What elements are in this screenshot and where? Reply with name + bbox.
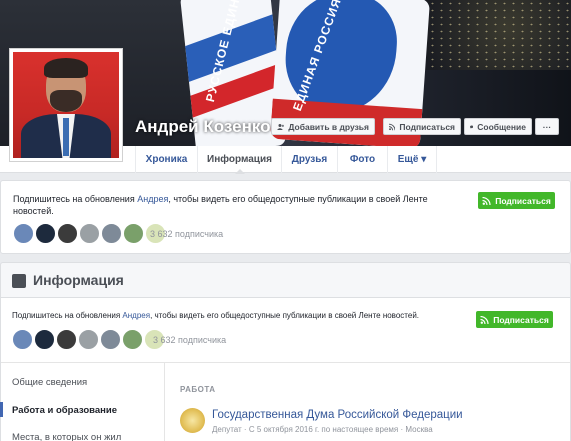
follower-avatar[interactable] [56,329,77,350]
follower-avatar[interactable] [13,223,34,244]
follow-text-name-link[interactable]: Андрея [137,194,168,204]
tab-photos[interactable]: Фото [337,146,387,173]
info-follow-text-suffix: , чтобы видеть его общедоступные публика… [150,311,420,320]
rss-icon [482,196,491,205]
gov-emblem-icon[interactable] [180,408,205,433]
follower-avatar[interactable] [101,223,122,244]
work-org-link[interactable]: Государственная Дума Российской Федераци… [212,409,463,421]
follower-avatars [13,223,167,244]
follower-avatar[interactable] [57,223,78,244]
follow-text-prefix: Подпишитесь на обновления [13,194,138,204]
tab-timeline[interactable]: Хроника [135,146,197,173]
info-divider-vertical [164,362,165,441]
info-subscribe-button[interactable]: Подписаться [476,311,553,328]
more-button[interactable]: ··· [535,118,559,135]
subscribe-button[interactable]: Подписаться [383,118,461,135]
profile-avatar[interactable] [9,48,123,162]
add-friend-icon [277,123,285,130]
follower-avatar[interactable] [12,329,33,350]
follower-avatar[interactable] [35,223,56,244]
follower-avatar[interactable] [78,329,99,350]
sidebar-item-overview[interactable]: Общие сведения [12,377,87,388]
info-section-header: Информация [0,262,571,298]
work-meta: Депутат · С 5 октября 2016 г. по настоящ… [212,425,433,434]
message-icon [470,125,474,128]
rss-icon [389,123,396,130]
sidebar-active-marker [0,402,3,417]
follower-avatar[interactable] [122,329,143,350]
message-button[interactable]: Сообщение [464,118,532,135]
subscribe-label: Подписаться [399,121,455,132]
sidebar-item-work-education[interactable]: Работа и образование [12,405,117,416]
info-followers-count[interactable]: 3 632 подписчика [153,335,226,345]
follower-avatar[interactable] [123,223,144,244]
info-follow-name-link[interactable]: Андрея [122,311,150,320]
avatar-photo [13,52,119,158]
follower-avatar[interactable] [100,329,121,350]
tab-more[interactable]: Ещё ▾ [387,146,437,173]
followers-count[interactable]: 3 632 подписчика [150,229,223,239]
sidebar-item-places[interactable]: Места, в которых он жил [12,432,121,441]
info-section-title[interactable]: Информация [33,272,124,288]
info-follow-text: Подпишитесь на обновления Андрея, чтобы … [12,310,462,322]
follower-avatar[interactable] [34,329,55,350]
follow-card: Подпишитесь на обновления Андрея, чтобы … [0,180,571,254]
follow-card-subscribe-label: Подписаться [495,195,551,206]
add-friend-label: Добавить в друзья [288,121,369,132]
info-divider-horizontal [1,362,570,363]
info-follower-avatars [12,329,166,350]
follow-card-subscribe-button[interactable]: Подписаться [478,192,555,209]
profile-name[interactable]: Андрей Козенко [135,117,271,137]
tab-about[interactable]: Информация [197,146,281,174]
info-subscribe-label: Подписаться [493,314,549,325]
follower-avatar[interactable] [79,223,100,244]
rss-icon [480,315,489,324]
more-label: ··· [542,121,552,132]
cover-window-night-city [410,0,571,70]
message-label: Сообщение [477,121,526,132]
info-icon [12,274,26,288]
follow-card-text: Подпишитесь на обновления Андрея, чтобы … [13,193,453,217]
add-friend-button[interactable]: Добавить в друзья [271,118,375,135]
tab-friends[interactable]: Друзья [281,146,337,173]
info-follow-text-prefix: Подпишитесь на обновления [12,311,123,320]
work-section-title: РАБОТА [180,385,216,394]
